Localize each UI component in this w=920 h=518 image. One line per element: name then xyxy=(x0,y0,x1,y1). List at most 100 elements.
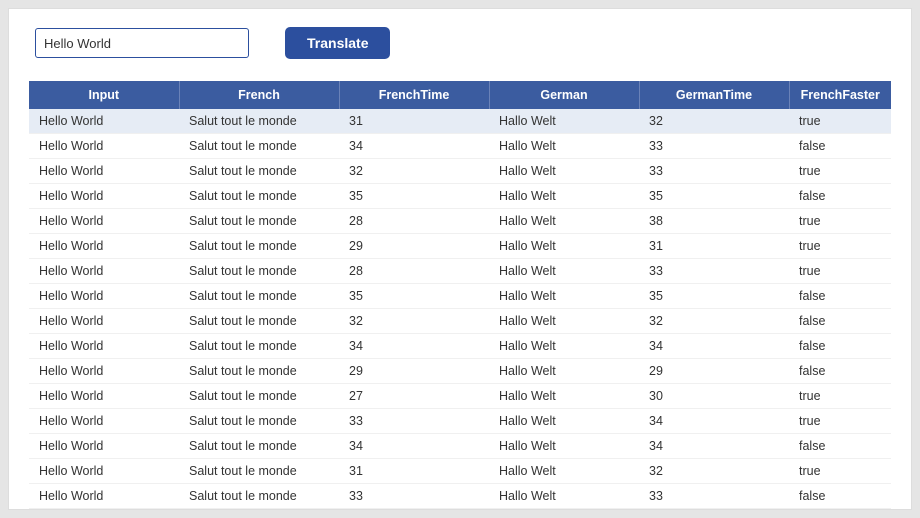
col-header-french[interactable]: French xyxy=(179,81,339,109)
col-header-french-time[interactable]: FrenchTime xyxy=(339,81,489,109)
cell-french: Salut tout le monde xyxy=(179,484,339,509)
cell-german: Hallo Welt xyxy=(489,284,639,309)
table-row[interactable]: Hello WorldSalut tout le monde29Hallo We… xyxy=(29,359,891,384)
cell-french: Salut tout le monde xyxy=(179,384,339,409)
cell-french-faster: false xyxy=(789,359,891,384)
cell-german: Hallo Welt xyxy=(489,109,639,134)
cell-german-time: 32 xyxy=(639,309,789,334)
cell-german-time: 38 xyxy=(639,209,789,234)
cell-french-faster: true xyxy=(789,159,891,184)
cell-french-time: 29 xyxy=(339,234,489,259)
cell-french-time: 34 xyxy=(339,134,489,159)
cell-german-time: 34 xyxy=(639,334,789,359)
cell-french-faster: true xyxy=(789,259,891,284)
table-row[interactable]: Hello WorldSalut tout le monde32Hallo We… xyxy=(29,309,891,334)
table-row[interactable]: Hello WorldSalut tout le monde31Hallo We… xyxy=(29,459,891,484)
cell-german-time: 34 xyxy=(639,409,789,434)
cell-french: Salut tout le monde xyxy=(179,309,339,334)
cell-input: Hello World xyxy=(29,184,179,209)
cell-french: Salut tout le monde xyxy=(179,259,339,284)
text-input[interactable] xyxy=(35,28,249,58)
cell-french: Salut tout le monde xyxy=(179,209,339,234)
main-panel: Translate Input French FrenchTime German… xyxy=(8,8,912,510)
cell-german-time: 32 xyxy=(639,109,789,134)
cell-french-faster: false xyxy=(789,434,891,459)
cell-french: Salut tout le monde xyxy=(179,184,339,209)
table-row[interactable]: Hello WorldSalut tout le monde34Hallo We… xyxy=(29,434,891,459)
cell-french-time: 31 xyxy=(339,459,489,484)
table-row[interactable]: Hello WorldSalut tout le monde28Hallo We… xyxy=(29,209,891,234)
cell-input: Hello World xyxy=(29,109,179,134)
cell-french: Salut tout le monde xyxy=(179,409,339,434)
cell-french-faster: true xyxy=(789,109,891,134)
cell-french-time: 31 xyxy=(339,109,489,134)
cell-input: Hello World xyxy=(29,334,179,359)
cell-french-time: 28 xyxy=(339,259,489,284)
cell-german-time: 35 xyxy=(639,184,789,209)
cell-german: Hallo Welt xyxy=(489,234,639,259)
cell-french-faster: false xyxy=(789,309,891,334)
cell-french-time: 27 xyxy=(339,384,489,409)
cell-german: Hallo Welt xyxy=(489,409,639,434)
cell-input: Hello World xyxy=(29,409,179,434)
cell-input: Hello World xyxy=(29,134,179,159)
col-header-german-time[interactable]: GermanTime xyxy=(639,81,789,109)
table-row[interactable]: Hello WorldSalut tout le monde27Hallo We… xyxy=(29,384,891,409)
cell-input: Hello World xyxy=(29,459,179,484)
cell-french-faster: true xyxy=(789,234,891,259)
table-row[interactable]: Hello WorldSalut tout le monde34Hallo We… xyxy=(29,334,891,359)
cell-french-time: 32 xyxy=(339,159,489,184)
col-header-german[interactable]: German xyxy=(489,81,639,109)
table-row[interactable]: Hello WorldSalut tout le monde31Hallo We… xyxy=(29,109,891,134)
cell-french: Salut tout le monde xyxy=(179,459,339,484)
cell-german-time: 33 xyxy=(639,259,789,284)
cell-input: Hello World xyxy=(29,434,179,459)
translate-button[interactable]: Translate xyxy=(285,27,390,59)
cell-german: Hallo Welt xyxy=(489,459,639,484)
cell-german-time: 31 xyxy=(639,234,789,259)
cell-french-faster: false xyxy=(789,134,891,159)
cell-french-time: 32 xyxy=(339,309,489,334)
cell-german: Hallo Welt xyxy=(489,159,639,184)
table-row[interactable]: Hello WorldSalut tout le monde35Hallo We… xyxy=(29,184,891,209)
table-header-row: Input French FrenchTime German GermanTim… xyxy=(29,81,891,109)
cell-input: Hello World xyxy=(29,359,179,384)
cell-german: Hallo Welt xyxy=(489,359,639,384)
cell-french-time: 35 xyxy=(339,184,489,209)
results-table: Input French FrenchTime German GermanTim… xyxy=(29,81,891,509)
table-row[interactable]: Hello WorldSalut tout le monde29Hallo We… xyxy=(29,234,891,259)
cell-french-time: 33 xyxy=(339,409,489,434)
cell-german-time: 33 xyxy=(639,159,789,184)
col-header-french-faster[interactable]: FrenchFaster xyxy=(789,81,891,109)
col-header-input[interactable]: Input xyxy=(29,81,179,109)
table-row[interactable]: Hello WorldSalut tout le monde34Hallo We… xyxy=(29,134,891,159)
cell-input: Hello World xyxy=(29,159,179,184)
table-row[interactable]: Hello WorldSalut tout le monde32Hallo We… xyxy=(29,159,891,184)
cell-french: Salut tout le monde xyxy=(179,434,339,459)
cell-german-time: 32 xyxy=(639,459,789,484)
cell-german-time: 30 xyxy=(639,384,789,409)
cell-french-faster: false xyxy=(789,284,891,309)
cell-german-time: 33 xyxy=(639,134,789,159)
cell-input: Hello World xyxy=(29,209,179,234)
table-row[interactable]: Hello WorldSalut tout le monde33Hallo We… xyxy=(29,484,891,509)
cell-french-time: 29 xyxy=(339,359,489,384)
cell-german: Hallo Welt xyxy=(489,259,639,284)
cell-german-time: 29 xyxy=(639,359,789,384)
cell-french-faster: false xyxy=(789,484,891,509)
cell-french-faster: true xyxy=(789,409,891,434)
cell-french: Salut tout le monde xyxy=(179,159,339,184)
cell-input: Hello World xyxy=(29,384,179,409)
cell-input: Hello World xyxy=(29,284,179,309)
cell-german-time: 34 xyxy=(639,434,789,459)
cell-french-time: 34 xyxy=(339,434,489,459)
table-row[interactable]: Hello WorldSalut tout le monde33Hallo We… xyxy=(29,409,891,434)
cell-german: Hallo Welt xyxy=(489,134,639,159)
table-row[interactable]: Hello WorldSalut tout le monde28Hallo We… xyxy=(29,259,891,284)
table-row[interactable]: Hello WorldSalut tout le monde35Hallo We… xyxy=(29,284,891,309)
cell-french-faster: true xyxy=(789,459,891,484)
cell-french-time: 33 xyxy=(339,484,489,509)
cell-french: Salut tout le monde xyxy=(179,359,339,384)
cell-german: Hallo Welt xyxy=(489,434,639,459)
cell-french-faster: true xyxy=(789,209,891,234)
